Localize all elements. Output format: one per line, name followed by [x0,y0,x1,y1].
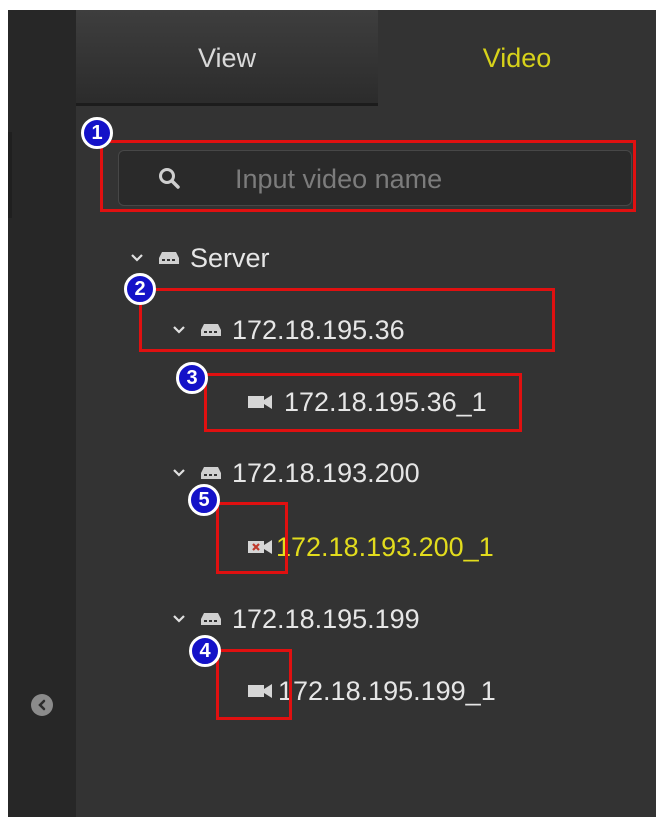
server-icon [201,613,221,625]
tree-node-server[interactable]: Server [130,241,270,275]
annotation-box-5 [216,502,288,574]
tab-view[interactable]: View [76,10,378,106]
chevron-down-icon[interactable] [172,614,186,624]
collapse-panel-button[interactable] [31,694,53,716]
tree-node-label: 172.18.195.199 [232,603,420,634]
annotation-box-1 [100,140,636,212]
annotation-badge-1: 1 [81,117,113,149]
server-icon [159,252,179,264]
annotation-badge-5: 5 [188,484,220,516]
tree-node-label: 172.18.193.200_1 [276,531,494,562]
left-strip [8,10,76,817]
tab-video-label: Video [482,42,552,73]
server-icon [201,467,221,479]
tab-view-label: View [197,42,257,73]
tab-bar: View Video [76,10,656,106]
annotation-box-2 [139,288,555,352]
left-strip-notch [8,132,12,218]
chevron-down-icon[interactable] [130,253,144,263]
annotation-box-3 [204,373,522,432]
tree-node-label: 172.18.193.200 [232,457,420,488]
annotation-box-4 [216,649,292,720]
annotation-badge-4: 4 [189,635,221,667]
tree-node-label: 172.18.195.199_1 [278,675,496,706]
tab-video[interactable]: Video [378,10,656,106]
annotation-badge-3: 3 [176,362,208,394]
chevron-down-icon[interactable] [172,468,186,478]
tree-node-label: Server [190,242,270,273]
chevron-left-icon [38,699,46,711]
tree-node-server-3[interactable]: 172.18.195.199 [172,602,420,636]
annotation-badge-2: 2 [124,273,156,305]
